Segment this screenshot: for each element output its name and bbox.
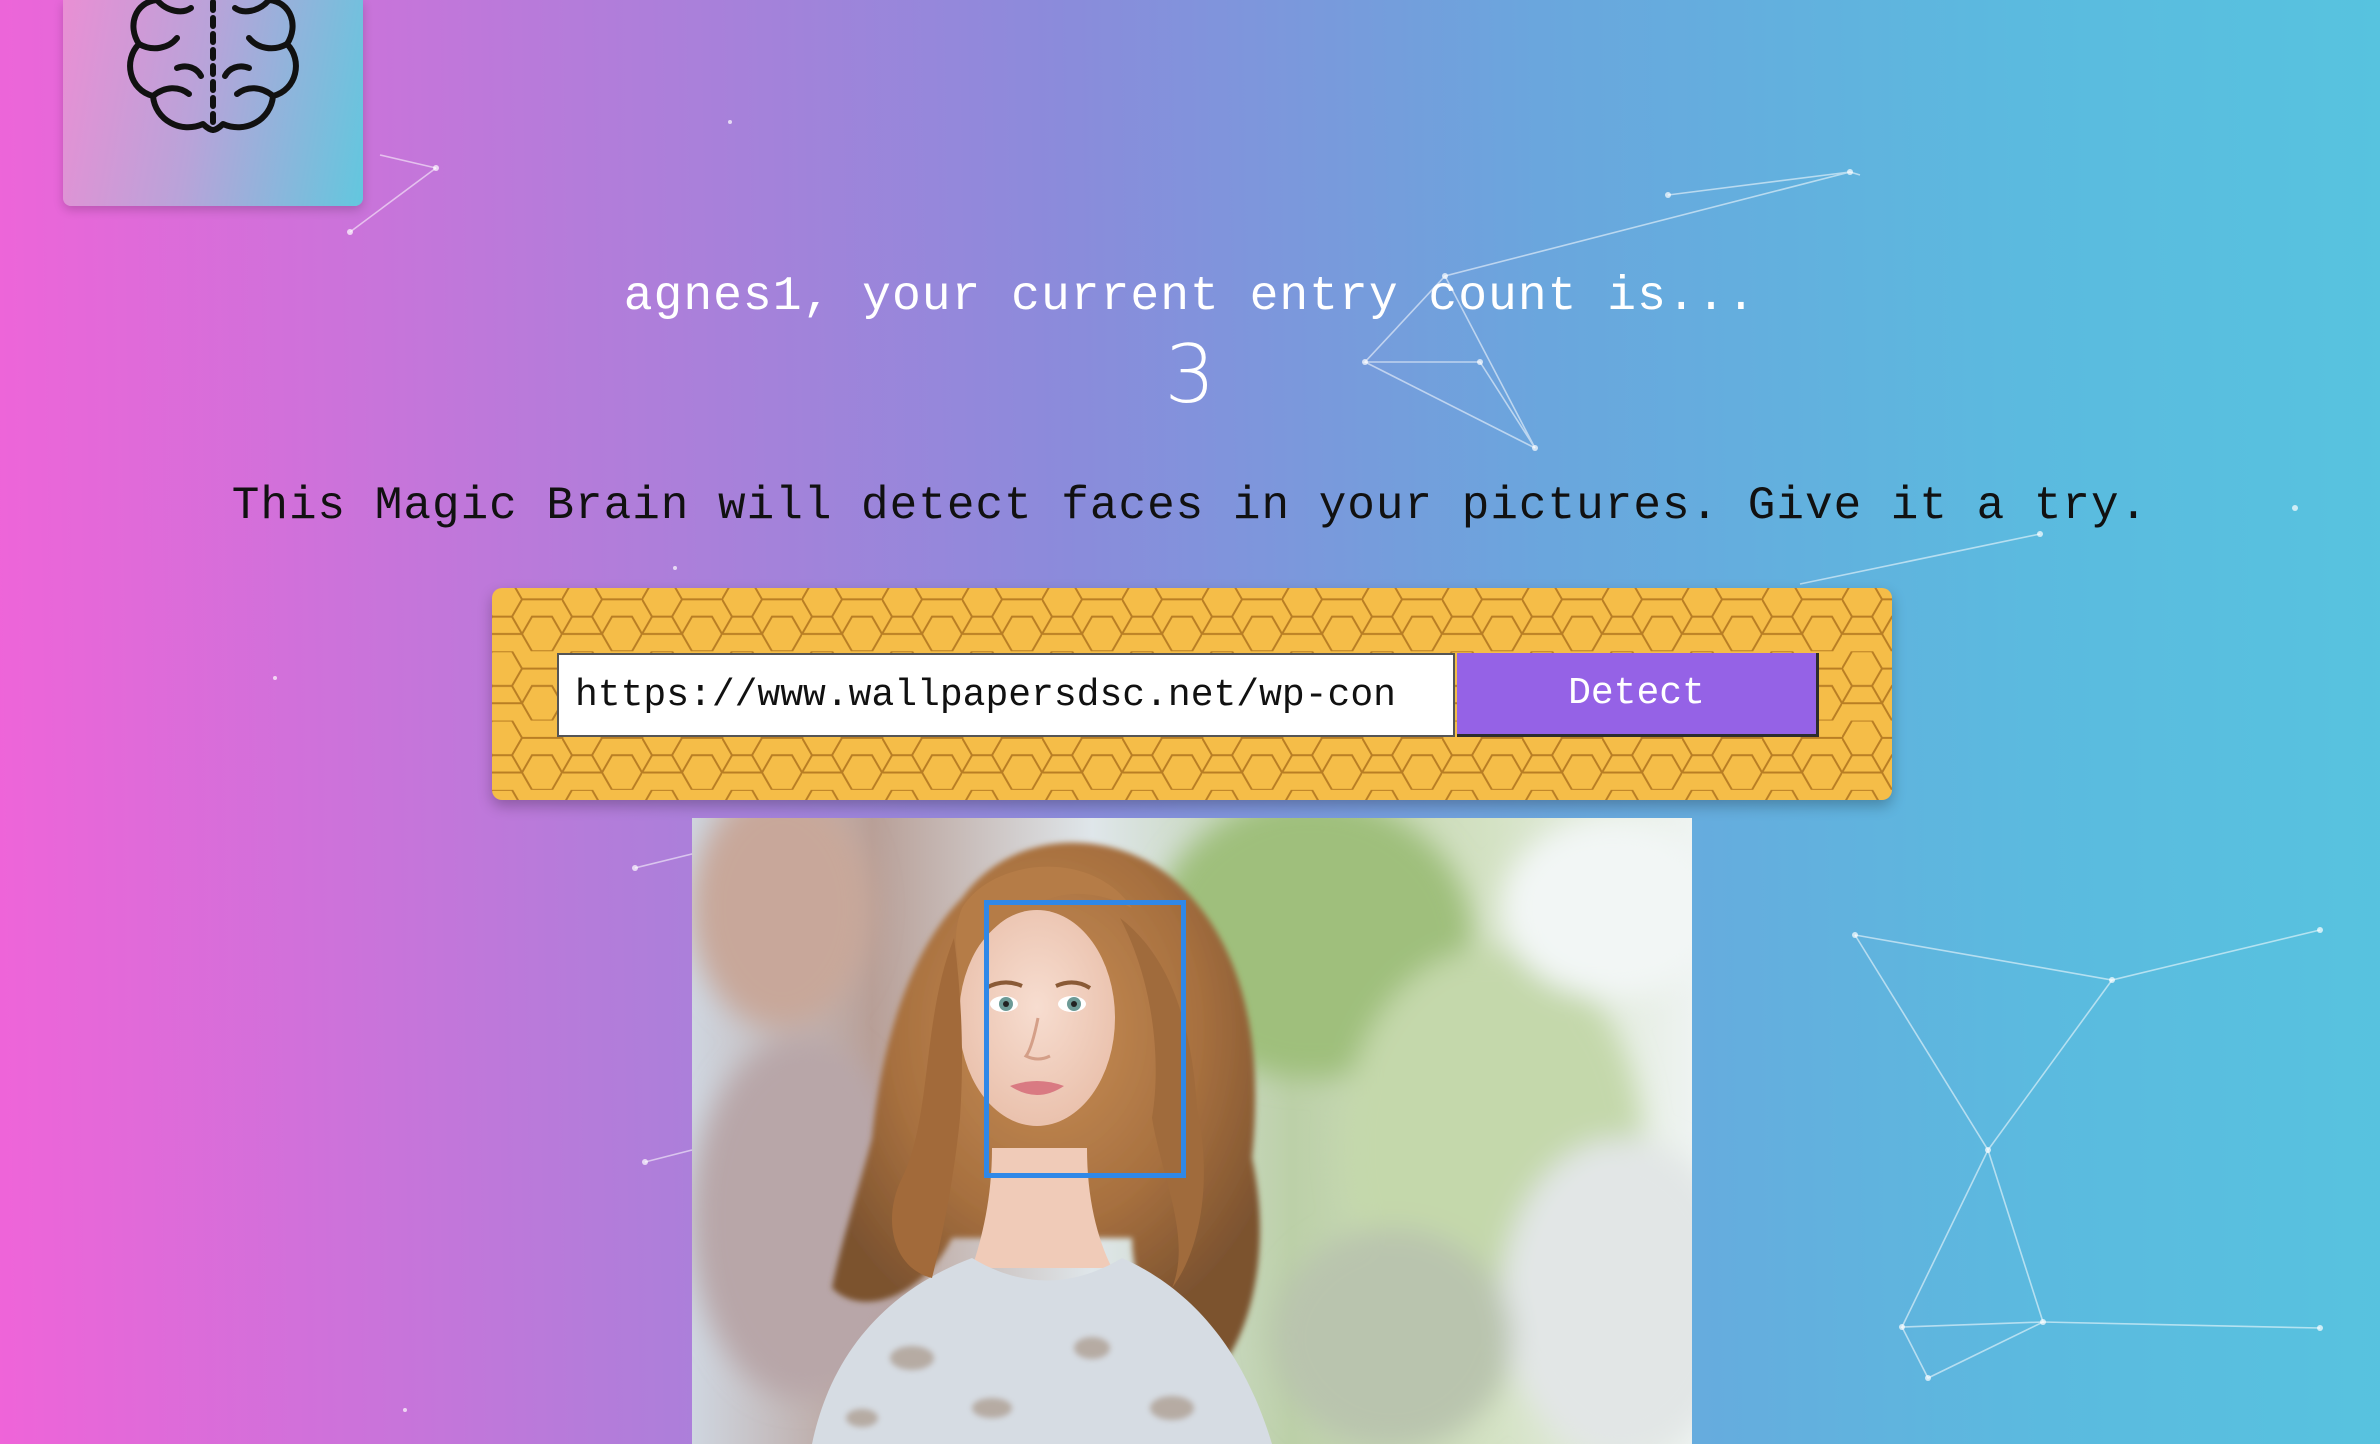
intro-text: This Magic Brain will detect faces in yo… <box>231 480 2149 532</box>
face-bounding-box <box>984 900 1186 1178</box>
image-url-form: Detect <box>492 588 1892 800</box>
brain-icon <box>127 0 299 133</box>
input-image <box>692 818 1692 1444</box>
entry-count-greeting: agnes1, your current entry count is... <box>623 270 1757 324</box>
detect-button[interactable]: Detect <box>1457 653 1819 737</box>
portrait-photo <box>692 818 1692 1444</box>
entry-count-value: 3 <box>1164 328 1216 421</box>
image-url-input[interactable] <box>557 653 1455 737</box>
logo-card[interactable] <box>63 0 363 206</box>
